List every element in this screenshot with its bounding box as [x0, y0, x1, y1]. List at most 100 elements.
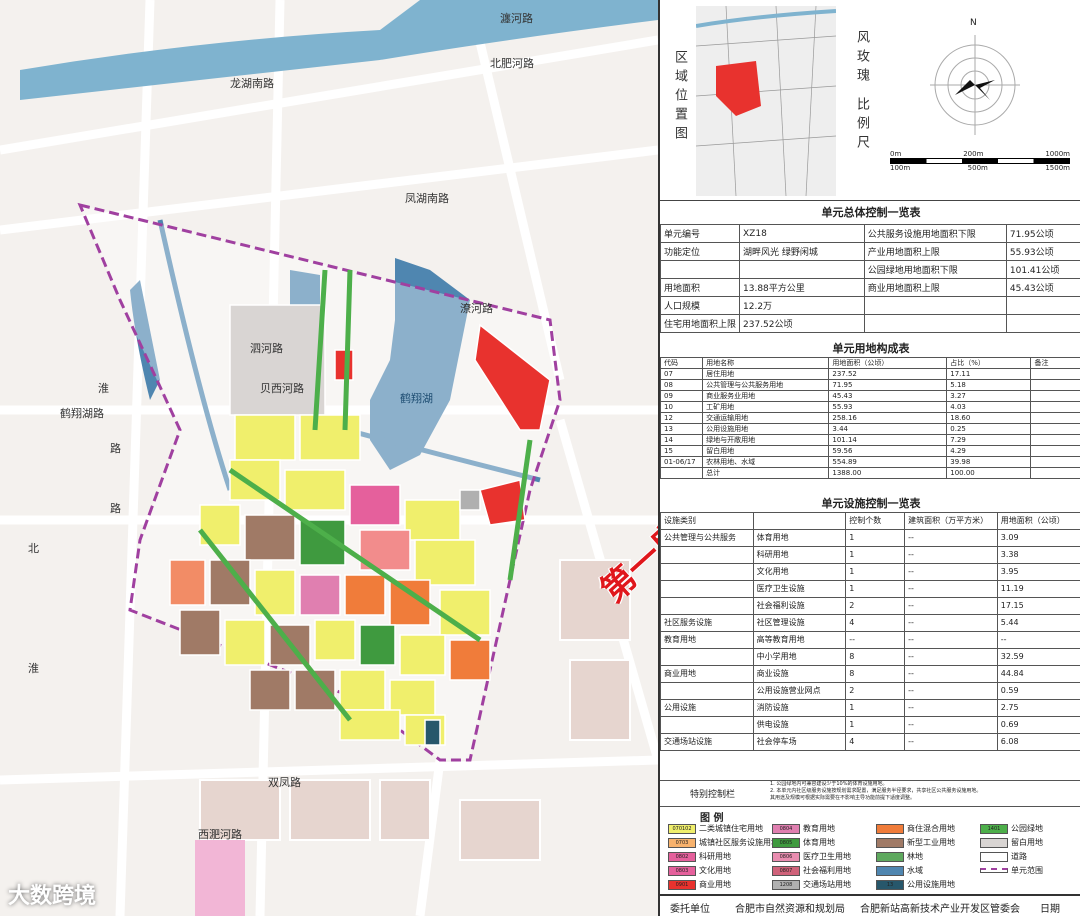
- table-cell: 公共管理与公共服务: [661, 530, 754, 547]
- table-cell: 13.88平方公里: [740, 279, 865, 297]
- column-header: 占比（%）: [947, 358, 1031, 369]
- road-label: 潦河路: [460, 300, 493, 316]
- table-cell: --: [905, 649, 998, 666]
- table-cell: XZ18: [740, 225, 865, 243]
- special-control: 特别控制栏 1. 公园绿地内可兼容建设少于10%的体育设施用地。 2. 本单元内…: [660, 780, 1080, 805]
- table-cell: 01-06/17: [661, 457, 703, 468]
- table-cell: 2.75: [997, 700, 1080, 717]
- legend-label: 留白用地: [1011, 838, 1043, 847]
- table-cell: [661, 683, 754, 700]
- scale-label: 100m: [890, 164, 910, 172]
- table-cell: [1031, 424, 1080, 435]
- composition-row: 13公用设施用地3.440.25: [661, 424, 1080, 435]
- column-header: 备注: [1031, 358, 1080, 369]
- note-line: 1. 公园绿地内可兼容建设少于10%的体育设施用地。: [770, 781, 1080, 788]
- legend-item: 新型工业用地: [876, 837, 955, 848]
- legend-item: 留白用地: [980, 837, 1043, 848]
- composition-row: 总计1388.00100.00: [661, 468, 1080, 479]
- table-cell: [1031, 446, 1080, 457]
- table-cell: 公共服务设施用地面积下限: [864, 225, 1006, 243]
- road-label: 双凤路: [268, 774, 301, 790]
- legend-label: 二类城镇住宅用地: [699, 824, 763, 833]
- facility-row: 公用设施营业网点2--0.59: [661, 683, 1080, 700]
- road-label: 贝西河路: [260, 380, 304, 396]
- table-cell: 09: [661, 391, 703, 402]
- table-cell: 公用设施: [661, 700, 754, 717]
- location-minimap: [696, 6, 836, 196]
- legend-item: 道路: [980, 851, 1027, 862]
- legend-item: 0804教育用地: [772, 823, 835, 834]
- facility-row: 社区服务设施社区管理设施4--5.44: [661, 615, 1080, 632]
- table-cell: --: [905, 700, 998, 717]
- table-cell: 供电设施: [753, 717, 846, 734]
- table-cell: --: [905, 666, 998, 683]
- table-cell: 07: [661, 369, 703, 380]
- table-cell: 55.93: [829, 402, 947, 413]
- table-cell: 4: [846, 615, 905, 632]
- overview-row: 人口规模12.2万: [661, 297, 1080, 315]
- special-label: 特别控制栏: [690, 787, 735, 800]
- overview-row: 功能定位湖畔风光 绿野闲城产业用地面积上限55.93公顷: [661, 243, 1080, 261]
- table-cell: 0.59: [997, 683, 1080, 700]
- scale-label: 1500m: [1045, 164, 1070, 172]
- composition-row: 09商业服务业用地45.433.27: [661, 391, 1080, 402]
- composition-table: 代码用地名称用地面积（公顷）占比（%）备注07居住用地237.5217.1108…: [660, 357, 1080, 479]
- location-title: 区域位置图: [670, 50, 689, 145]
- legend-swatch: [980, 868, 1008, 873]
- table-cell: 32.59: [997, 649, 1080, 666]
- table-cell: 社区管理设施: [753, 615, 846, 632]
- table-cell: 8: [846, 649, 905, 666]
- table-cell: 用地面积: [661, 279, 740, 297]
- legend-swatch: 0703: [668, 838, 696, 848]
- note-line: 2. 本单元内社区级服务设施按规划需求配置，满足服务半径要求，共享社区公共服务设…: [770, 788, 1080, 795]
- table-cell: 4: [846, 734, 905, 751]
- composition-row: 01-06/17农林用地、水域554.8939.98: [661, 457, 1080, 468]
- table-cell: 商业用地面积上限: [864, 279, 1006, 297]
- legend-item: 0805体育用地: [772, 837, 835, 848]
- table-cell: 体育用地: [753, 530, 846, 547]
- scale-label: 200m: [963, 150, 983, 158]
- road-label: 淮: [98, 380, 109, 396]
- table-cell: 237.52公顷: [740, 315, 865, 333]
- facilities-table: 设施类别控制个数建筑面积（万平方米）用地面积（公顷）公共管理与公共服务体育用地1…: [660, 512, 1080, 751]
- composition-row: 14绿地与开敞用地101.147.29: [661, 435, 1080, 446]
- table-cell: 社会福利设施: [753, 598, 846, 615]
- legend-label: 单元范围: [1011, 866, 1043, 875]
- column-header: 设施类别: [661, 513, 754, 530]
- table-cell: 2: [846, 598, 905, 615]
- north-label: N: [970, 18, 977, 28]
- table-cell: 医疗卫生设施: [753, 581, 846, 598]
- legend-label: 教育用地: [803, 824, 835, 833]
- scale-label: 1000m: [1045, 150, 1070, 158]
- table-cell: [740, 261, 865, 279]
- table-cell: 1: [846, 547, 905, 564]
- table-cell: 1: [846, 717, 905, 734]
- legend-item: 13公用设施用地: [876, 879, 955, 890]
- facility-row: 教育用地高等教育用地------: [661, 632, 1080, 649]
- legend-label: 体育用地: [803, 838, 835, 847]
- outside-education-block: [195, 840, 245, 916]
- legend-label: 公园绿地: [1011, 824, 1043, 833]
- composition-row: 10工矿用地55.934.03: [661, 402, 1080, 413]
- table-cell: 公共管理与公共服务用地: [703, 380, 829, 391]
- table-cell: 3.38: [997, 547, 1080, 564]
- table-cell: 社区服务设施: [661, 615, 754, 632]
- legend-item: 0803文化用地: [668, 865, 731, 876]
- table-cell: 554.89: [829, 457, 947, 468]
- table-cell: 44.84: [997, 666, 1080, 683]
- table-cell: --: [905, 581, 998, 598]
- table-cell: 12.2万: [740, 297, 865, 315]
- table-cell: 社会停车场: [753, 734, 846, 751]
- legend-swatch: 0807: [772, 866, 800, 876]
- column-header: 用地面积（公顷）: [829, 358, 947, 369]
- wind-rose: N: [930, 20, 1020, 140]
- table-cell: [661, 717, 754, 734]
- table-cell: 45.43: [829, 391, 947, 402]
- legend-label: 林地: [907, 852, 923, 861]
- table-cell: 居住用地: [703, 369, 829, 380]
- table-cell: [661, 261, 740, 279]
- land-use-map: 瀍河路 北肥河路 龙湖南路 凤湖南路 鹤翔湖路 双凤路 西淝河路 潦河路 泗河路…: [0, 0, 658, 916]
- table-cell: [1031, 468, 1080, 479]
- legend-swatch: 1401: [980, 824, 1008, 834]
- legend-title: 图 例: [700, 809, 723, 824]
